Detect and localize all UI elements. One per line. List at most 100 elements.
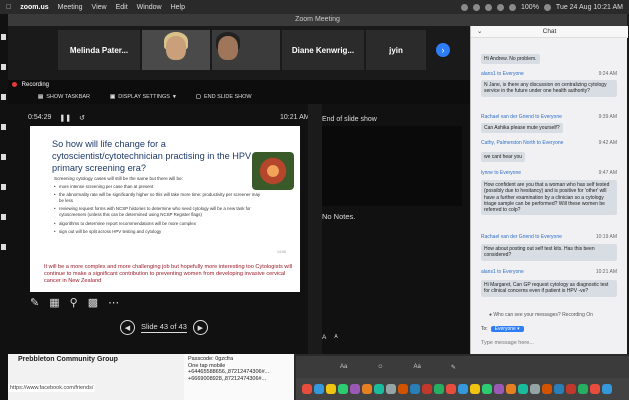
dock-app-icon[interactable] bbox=[506, 384, 516, 394]
desktop-icon[interactable] bbox=[1, 124, 6, 130]
pen-icon[interactable]: ✎ bbox=[30, 296, 39, 309]
group-title[interactable]: Prebbleton Community Group bbox=[18, 356, 118, 363]
dock-app-icon[interactable] bbox=[374, 384, 384, 394]
slide-intro: Screening cytology cases will still be t… bbox=[54, 176, 183, 181]
dock-app-icon[interactable] bbox=[302, 384, 312, 394]
dock-app-icon[interactable] bbox=[314, 384, 324, 394]
chevron-down-icon[interactable]: ⌄ bbox=[477, 26, 482, 38]
slides-grid-icon[interactable]: ▦ bbox=[49, 296, 59, 309]
next-slide-label: End of slide show bbox=[322, 116, 377, 123]
chat-message: we cant hear you bbox=[481, 152, 526, 163]
chat-message: Can Ashika please mute yourself? bbox=[481, 123, 563, 134]
desktop-icon[interactable] bbox=[1, 94, 6, 100]
dock-app-icon[interactable] bbox=[494, 384, 504, 394]
menu-app-name[interactable]: zoom.us bbox=[20, 4, 48, 11]
display-settings-button[interactable]: ▣ DISPLAY SETTINGS ▾ bbox=[110, 94, 176, 100]
dock-app-icon[interactable] bbox=[578, 384, 588, 394]
slide-tools: ✎ ▦ ⚲ ▩ ⋯ bbox=[30, 296, 119, 309]
dock-app-icon[interactable] bbox=[530, 384, 540, 394]
font-icon[interactable]: Aa bbox=[413, 364, 420, 370]
recipient-dropdown[interactable]: Everyone ▾ bbox=[490, 326, 524, 332]
slide-navigation: ◀ Slide 43 of 43 ▶ bbox=[120, 320, 208, 335]
menu-meeting[interactable]: Meeting bbox=[58, 4, 83, 11]
increase-font-button[interactable]: A bbox=[322, 334, 326, 341]
next-slide-button[interactable]: ▶ bbox=[192, 320, 208, 335]
restart-icon[interactable]: ↺ bbox=[79, 114, 85, 122]
pause-icon[interactable]: ❚❚ bbox=[59, 114, 71, 122]
apple-icon[interactable]:  bbox=[6, 4, 11, 11]
dock-app-icon[interactable] bbox=[350, 384, 360, 394]
chat-sender: alans1 to Everyone bbox=[481, 71, 524, 77]
recording-indicator: Recording bbox=[8, 80, 470, 90]
show-taskbar-button[interactable]: ▤ SHOW TASKBAR bbox=[38, 94, 90, 100]
participant-video[interactable] bbox=[142, 30, 210, 70]
dock-app-icon[interactable] bbox=[434, 384, 444, 394]
participant-tile[interactable]: jyin bbox=[366, 30, 426, 70]
slide-bullet: reviewing request forms with NCSP histor… bbox=[54, 206, 262, 218]
participant-strip: Melinda Pater... Diane Kenwrig... jyin › bbox=[8, 26, 470, 80]
participant-tile[interactable]: Diane Kenwrig... bbox=[282, 30, 364, 70]
emoji-icon[interactable]: ☺ bbox=[377, 364, 383, 370]
dock-app-icon[interactable] bbox=[446, 384, 456, 394]
participant-face bbox=[166, 36, 186, 60]
dock-app-icon[interactable] bbox=[362, 384, 372, 394]
message-visibility-note[interactable]: ● Who can see your messages? Recording O… bbox=[489, 312, 593, 318]
dock-app-icon[interactable] bbox=[542, 384, 552, 394]
decrease-font-button[interactable]: A bbox=[334, 334, 337, 341]
dock bbox=[296, 378, 629, 400]
dock-app-icon[interactable] bbox=[566, 384, 576, 394]
chat-sender: Cathy, Palmerston North to Everyone bbox=[481, 140, 564, 146]
desktop-icon[interactable] bbox=[1, 154, 6, 160]
desktop-icon[interactable] bbox=[1, 214, 6, 220]
desktop-icon[interactable] bbox=[1, 244, 6, 250]
dock-app-icon[interactable] bbox=[554, 384, 564, 394]
desktop-icon[interactable] bbox=[1, 184, 6, 190]
dock-app-icon[interactable] bbox=[482, 384, 492, 394]
dock-app-icon[interactable] bbox=[398, 384, 408, 394]
end-slide-show-button[interactable]: ▢ END SLIDE SHOW bbox=[196, 94, 252, 100]
font-icon[interactable]: Aa bbox=[340, 364, 347, 370]
next-participants-button[interactable]: › bbox=[436, 43, 450, 57]
dock-app-icon[interactable] bbox=[602, 384, 612, 394]
dock-app-icon[interactable] bbox=[326, 384, 336, 394]
display-icon: ▣ bbox=[110, 94, 116, 100]
battery-icon[interactable] bbox=[543, 3, 551, 11]
compose-icon[interactable]: ✎ bbox=[451, 364, 456, 371]
menubar-clock[interactable]: Tue 24 Aug 10:21 AM bbox=[556, 4, 623, 11]
dock-app-icon[interactable] bbox=[458, 384, 468, 394]
dock-app-icon[interactable] bbox=[386, 384, 396, 394]
zoom-window-title: Zoom Meeting bbox=[8, 14, 627, 26]
menu-view[interactable]: View bbox=[92, 4, 107, 11]
menu-window[interactable]: Window bbox=[137, 4, 162, 11]
end-show-label: END SLIDE SHOW bbox=[203, 94, 252, 100]
chat-message-input[interactable] bbox=[481, 337, 618, 349]
zoom-magnifier-icon[interactable]: ⚲ bbox=[70, 296, 78, 309]
background-toolbar: Aa ☺ Aa ✎ bbox=[296, 356, 629, 378]
tray-icon[interactable] bbox=[497, 3, 505, 11]
participant-name: jyin bbox=[389, 45, 403, 55]
dock-app-icon[interactable] bbox=[338, 384, 348, 394]
dock-app-icon[interactable] bbox=[590, 384, 600, 394]
dock-app-icon[interactable] bbox=[470, 384, 480, 394]
wifi-icon[interactable] bbox=[509, 3, 517, 11]
chat-sender: alans1 to Everyone bbox=[481, 269, 524, 275]
desktop-icon[interactable] bbox=[1, 34, 6, 40]
more-options-icon[interactable]: ⋯ bbox=[108, 296, 119, 309]
end-show-icon: ▢ bbox=[195, 94, 201, 100]
recipient-selector: To: Everyone ▾ bbox=[481, 326, 524, 332]
panel-divider[interactable] bbox=[308, 104, 322, 354]
tray-icon[interactable] bbox=[473, 3, 481, 11]
dock-app-icon[interactable] bbox=[518, 384, 528, 394]
menu-edit[interactable]: Edit bbox=[116, 4, 128, 11]
tray-icon[interactable] bbox=[485, 3, 493, 11]
dock-app-icon[interactable] bbox=[410, 384, 420, 394]
screen-icon[interactable]: ▩ bbox=[88, 296, 98, 309]
menu-help[interactable]: Help bbox=[171, 4, 185, 11]
participant-video[interactable] bbox=[212, 30, 280, 70]
previous-slide-button[interactable]: ◀ bbox=[120, 320, 135, 335]
dock-app-icon[interactable] bbox=[422, 384, 432, 394]
elapsed-time: 0:54:29 bbox=[28, 114, 52, 121]
participant-tile[interactable]: Melinda Pater... bbox=[58, 30, 140, 70]
desktop-icon[interactable] bbox=[1, 64, 6, 70]
tray-icon[interactable] bbox=[461, 3, 469, 11]
